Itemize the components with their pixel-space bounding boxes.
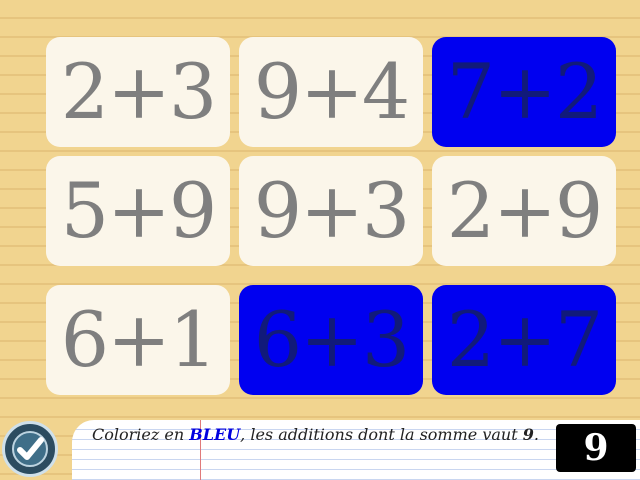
tile-6-label: 2+9 [446, 166, 603, 255]
tile-7-label: 6+1 [60, 295, 217, 384]
tile-7[interactable]: 6+1 [46, 285, 230, 395]
tile-grid: 2+3 9+4 7+2 5+9 9+3 2+9 6+1 6+3 2+7 [0, 0, 640, 420]
tile-1[interactable]: 2+3 [46, 37, 230, 147]
tile-2-label: 9+4 [253, 47, 410, 136]
instruction-suffix: . [533, 425, 539, 444]
instruction-prefix: Coloriez en [92, 425, 190, 444]
instruction-panel: Coloriez en BLEU, les additions dont la … [72, 420, 640, 480]
tile-8-label: 6+3 [253, 295, 410, 384]
tile-5[interactable]: 9+3 [239, 156, 423, 266]
tile-3-label: 7+2 [446, 47, 603, 136]
instruction-target: 9 [522, 425, 534, 444]
tile-3[interactable]: 7+2 [432, 37, 616, 147]
tile-9[interactable]: 2+7 [432, 285, 616, 395]
tile-8[interactable]: 6+3 [239, 285, 423, 395]
checkmark-icon [12, 431, 48, 467]
tile-5-label: 9+3 [253, 166, 410, 255]
instruction-text: Coloriez en BLEU, les additions dont la … [92, 425, 539, 444]
tile-2[interactable]: 9+4 [239, 37, 423, 147]
tile-1-label: 2+3 [60, 47, 217, 136]
target-value-box: 9 [556, 424, 636, 472]
instruction-middle: , les additions dont la somme vaut [240, 425, 523, 444]
target-value: 9 [583, 427, 609, 469]
tile-4[interactable]: 5+9 [46, 156, 230, 266]
validate-button[interactable] [2, 421, 58, 477]
tile-9-label: 2+7 [446, 295, 603, 384]
instruction-color-word: BLEU [189, 425, 241, 444]
tile-6[interactable]: 2+9 [432, 156, 616, 266]
tile-4-label: 5+9 [60, 166, 217, 255]
